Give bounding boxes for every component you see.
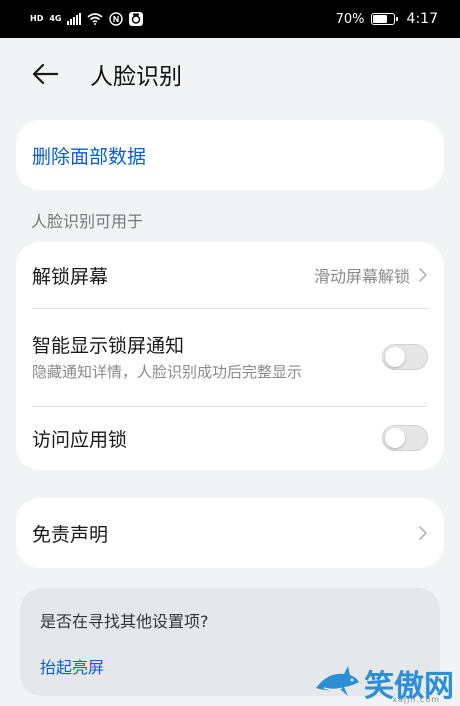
wifi-icon	[87, 13, 104, 25]
hd-indicator: HD	[30, 14, 44, 23]
unlock-screen-value: 滑动屏幕解锁	[314, 263, 428, 287]
shark-logo-icon	[316, 666, 359, 696]
back-button[interactable]	[30, 59, 60, 89]
header: 人脸识别	[0, 38, 460, 110]
smart-lock-notification-title: 智能显示锁屏通知	[32, 335, 185, 357]
smart-lock-notification-toggle[interactable]	[382, 344, 428, 370]
status-icons-right: 70% 4:17	[336, 11, 438, 27]
chevron-right-icon	[419, 268, 428, 282]
status-bar: HD 4G 70% 4:17	[0, 0, 460, 38]
unlock-screen-title: 解锁屏幕	[32, 265, 109, 288]
smart-lock-notification-subtitle: 隐藏通知详情，人脸识别成功后完整显示	[32, 363, 303, 381]
watermark: 笑傲网 xajjn.com	[314, 662, 454, 704]
app-lock-row[interactable]: 访问应用锁	[16, 406, 444, 470]
clock: 4:17	[406, 11, 438, 27]
delete-face-data-button[interactable]: 删除面部数据	[16, 120, 444, 190]
signal-icon	[67, 13, 82, 25]
arrow-left-icon	[32, 63, 58, 85]
unlock-screen-row[interactable]: 解锁屏幕 滑动屏幕解锁	[16, 242, 444, 308]
battery-icon	[370, 13, 398, 25]
disclaimer-card: 免责声明	[16, 498, 444, 568]
face-usage-card: 解锁屏幕 滑动屏幕解锁 智能显示锁屏通知 隐藏通知详情，人脸识别成功后完整显示 …	[16, 242, 444, 470]
toggle-knob	[385, 428, 405, 448]
nfc-icon	[109, 12, 124, 26]
disclaimer-row[interactable]: 免责声明	[16, 498, 444, 568]
delete-face-data-label: 删除面部数据	[32, 145, 147, 168]
smart-lock-notification-text: 智能显示锁屏通知 隐藏通知详情，人脸识别成功后完整显示	[32, 331, 362, 383]
search-suggestion-question: 是否在寻找其他设置项?	[40, 612, 209, 631]
smart-lock-notification-row[interactable]: 智能显示锁屏通知 隐藏通知详情，人脸识别成功后完整显示	[16, 308, 444, 406]
app-lock-toggle[interactable]	[382, 425, 428, 451]
network-indicator: 4G	[49, 14, 62, 23]
disclaimer-title: 免责声明	[32, 523, 109, 546]
section-label: 人脸识别可用于	[31, 212, 144, 231]
toggle-knob	[385, 347, 405, 367]
app-notification-icon	[129, 12, 144, 26]
status-icons-left: HD 4G	[30, 12, 144, 26]
watermark-domain: xajjn.com	[392, 695, 440, 704]
app-lock-title: 访问应用锁	[32, 428, 128, 451]
chevron-right-icon	[419, 526, 428, 540]
unlock-screen-value-label: 滑动屏幕解锁	[313, 267, 410, 286]
battery-percent: 70%	[335, 11, 365, 27]
page-title: 人脸识别	[90, 64, 182, 90]
